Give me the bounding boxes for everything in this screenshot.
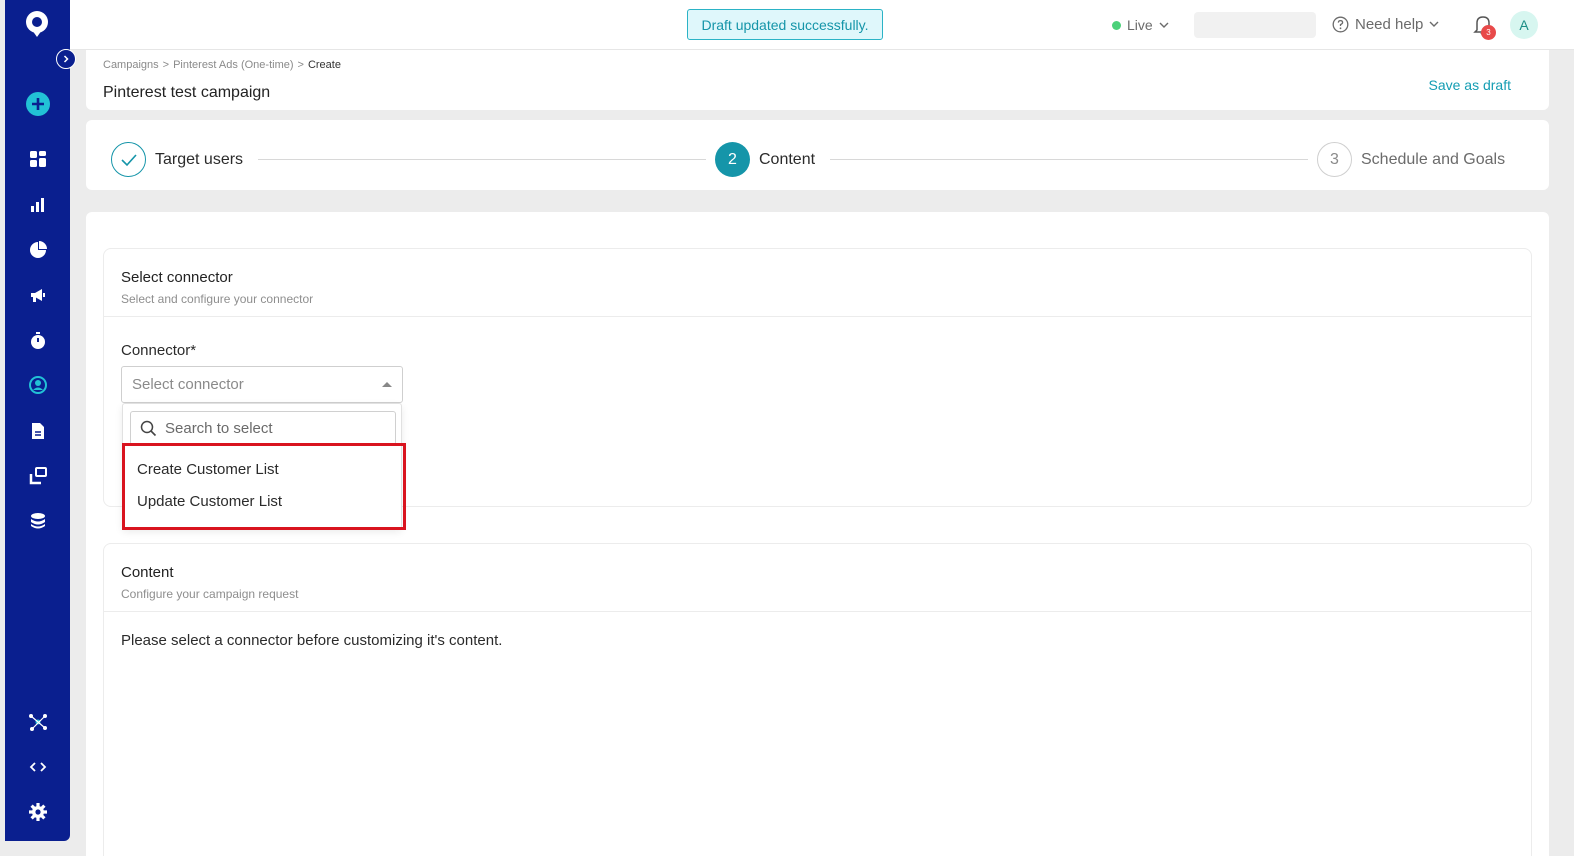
notification-count-badge: 3 <box>1481 25 1496 40</box>
document-icon[interactable] <box>5 416 70 446</box>
campaign-stepper: Target users 2 Content 3 Schedule and Go… <box>86 120 1549 190</box>
code-icon[interactable] <box>5 752 70 782</box>
settings-gear-icon[interactable] <box>5 797 70 827</box>
breadcrumb-separator: > <box>162 59 170 71</box>
step-target-users[interactable]: Target users <box>111 142 243 177</box>
network-icon[interactable] <box>5 707 70 737</box>
account-selector[interactable] <box>1194 12 1316 38</box>
step-label: Schedule and Goals <box>1361 150 1506 168</box>
connector-search-field[interactable] <box>130 411 396 445</box>
environment-selector[interactable]: Live <box>1112 15 1169 35</box>
section-subtitle: Select and configure your connector <box>121 292 314 306</box>
success-toast: Draft updated successfully. <box>687 9 883 40</box>
connector-select-placeholder: Select connector <box>132 376 244 393</box>
step-label: Target users <box>155 150 244 168</box>
step-connector-line <box>830 159 1308 160</box>
page-header: Campaigns > Pinterest Ads (One-time) > C… <box>86 50 1549 110</box>
create-icon[interactable] <box>5 89 70 119</box>
save-as-draft-link[interactable]: Save as draft <box>1429 77 1512 93</box>
option-update-customer-list[interactable]: Update Customer List <box>137 493 282 510</box>
app-logo-icon[interactable] <box>21 8 53 40</box>
section-title: Select connector <box>121 269 233 286</box>
live-status-dot-icon <box>1112 20 1121 30</box>
breadcrumb-campaigns[interactable]: Campaigns <box>103 59 159 71</box>
audience-icon[interactable] <box>5 370 70 400</box>
connector-select[interactable]: Select connector <box>121 366 403 403</box>
option-create-customer-list[interactable]: Create Customer List <box>137 461 279 478</box>
help-menu[interactable]: Need help <box>1332 14 1439 34</box>
dashboard-icon[interactable] <box>5 144 70 174</box>
step-content[interactable]: 2 Content <box>715 142 815 177</box>
step-number: 2 <box>715 142 750 177</box>
step-number: 3 <box>1317 142 1352 177</box>
chevron-down-icon <box>1429 21 1439 27</box>
breadcrumb-separator: > <box>297 59 304 71</box>
step-connector-line <box>258 159 706 160</box>
sidebar-collapse-button[interactable] <box>56 49 76 69</box>
user-avatar[interactable]: A <box>1510 11 1538 39</box>
breadcrumb: Campaigns > Pinterest Ads (One-time) > C… <box>103 59 341 71</box>
segments-icon[interactable] <box>5 235 70 265</box>
sidebar <box>5 0 76 841</box>
search-icon <box>140 420 157 436</box>
page-title: Pinterest test campaign <box>103 84 271 101</box>
step-schedule-and-goals[interactable]: 3 Schedule and Goals <box>1317 142 1505 177</box>
main-panel: Select connector Select and configure yo… <box>86 212 1549 856</box>
help-circle-icon <box>1332 16 1349 32</box>
top-bar: Draft updated successfully. Live Need he… <box>70 0 1574 50</box>
database-icon[interactable] <box>5 506 70 536</box>
options-highlight-box <box>122 443 406 530</box>
divider <box>104 611 1531 612</box>
campaigns-icon[interactable] <box>5 280 70 310</box>
empty-content-message: Please select a connector before customi… <box>121 632 503 649</box>
section-title: Content <box>121 564 174 581</box>
divider <box>104 316 1531 317</box>
connector-field-label: Connector* <box>121 342 197 359</box>
caret-up-icon <box>382 382 392 387</box>
breadcrumb-current: Create <box>307 59 341 71</box>
step-label: Content <box>759 150 816 168</box>
analytics-icon[interactable] <box>5 190 70 220</box>
checkmark-icon <box>111 142 146 177</box>
help-label: Need help <box>1355 15 1424 33</box>
environment-label: Live <box>1127 17 1153 33</box>
section-subtitle: Configure your campaign request <box>121 587 299 601</box>
content-section: Content Configure your campaign request … <box>103 543 1532 856</box>
integrations-icon[interactable] <box>5 461 70 491</box>
breadcrumb-pinterest-ads[interactable]: Pinterest Ads (One-time) <box>173 59 293 71</box>
timer-icon[interactable] <box>5 326 70 356</box>
connector-search-input[interactable] <box>165 419 385 437</box>
chevron-down-icon <box>1159 22 1169 28</box>
